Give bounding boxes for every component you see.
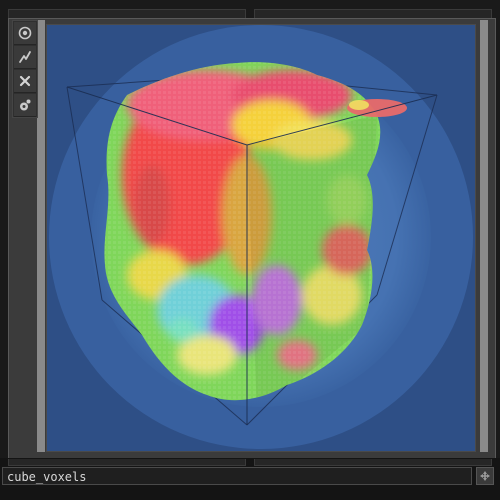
3d-viewport[interactable] xyxy=(46,24,476,452)
voxel-nub-highlight xyxy=(349,100,369,110)
close-button[interactable] xyxy=(14,70,36,93)
viewport-render xyxy=(47,25,475,451)
bottom-connector-right xyxy=(254,459,492,466)
wire-toggle-button[interactable] xyxy=(14,46,36,69)
node-flag-button[interactable] xyxy=(476,467,494,485)
panel-edge-right xyxy=(480,20,488,452)
bottom-connector-left xyxy=(8,459,246,466)
view-icon xyxy=(18,26,32,40)
settings-icon xyxy=(20,99,31,111)
view-toggle-button[interactable] xyxy=(14,22,36,45)
node-name-field[interactable]: cube_voxels xyxy=(2,467,472,485)
close-icon xyxy=(19,75,31,87)
wire-icon xyxy=(19,51,31,63)
app-window: cube_voxels xyxy=(0,0,500,500)
viewer-toolbar xyxy=(12,20,38,118)
panel-edge-left xyxy=(37,20,45,452)
settings-button[interactable] xyxy=(14,94,36,117)
move-icon xyxy=(480,471,490,481)
